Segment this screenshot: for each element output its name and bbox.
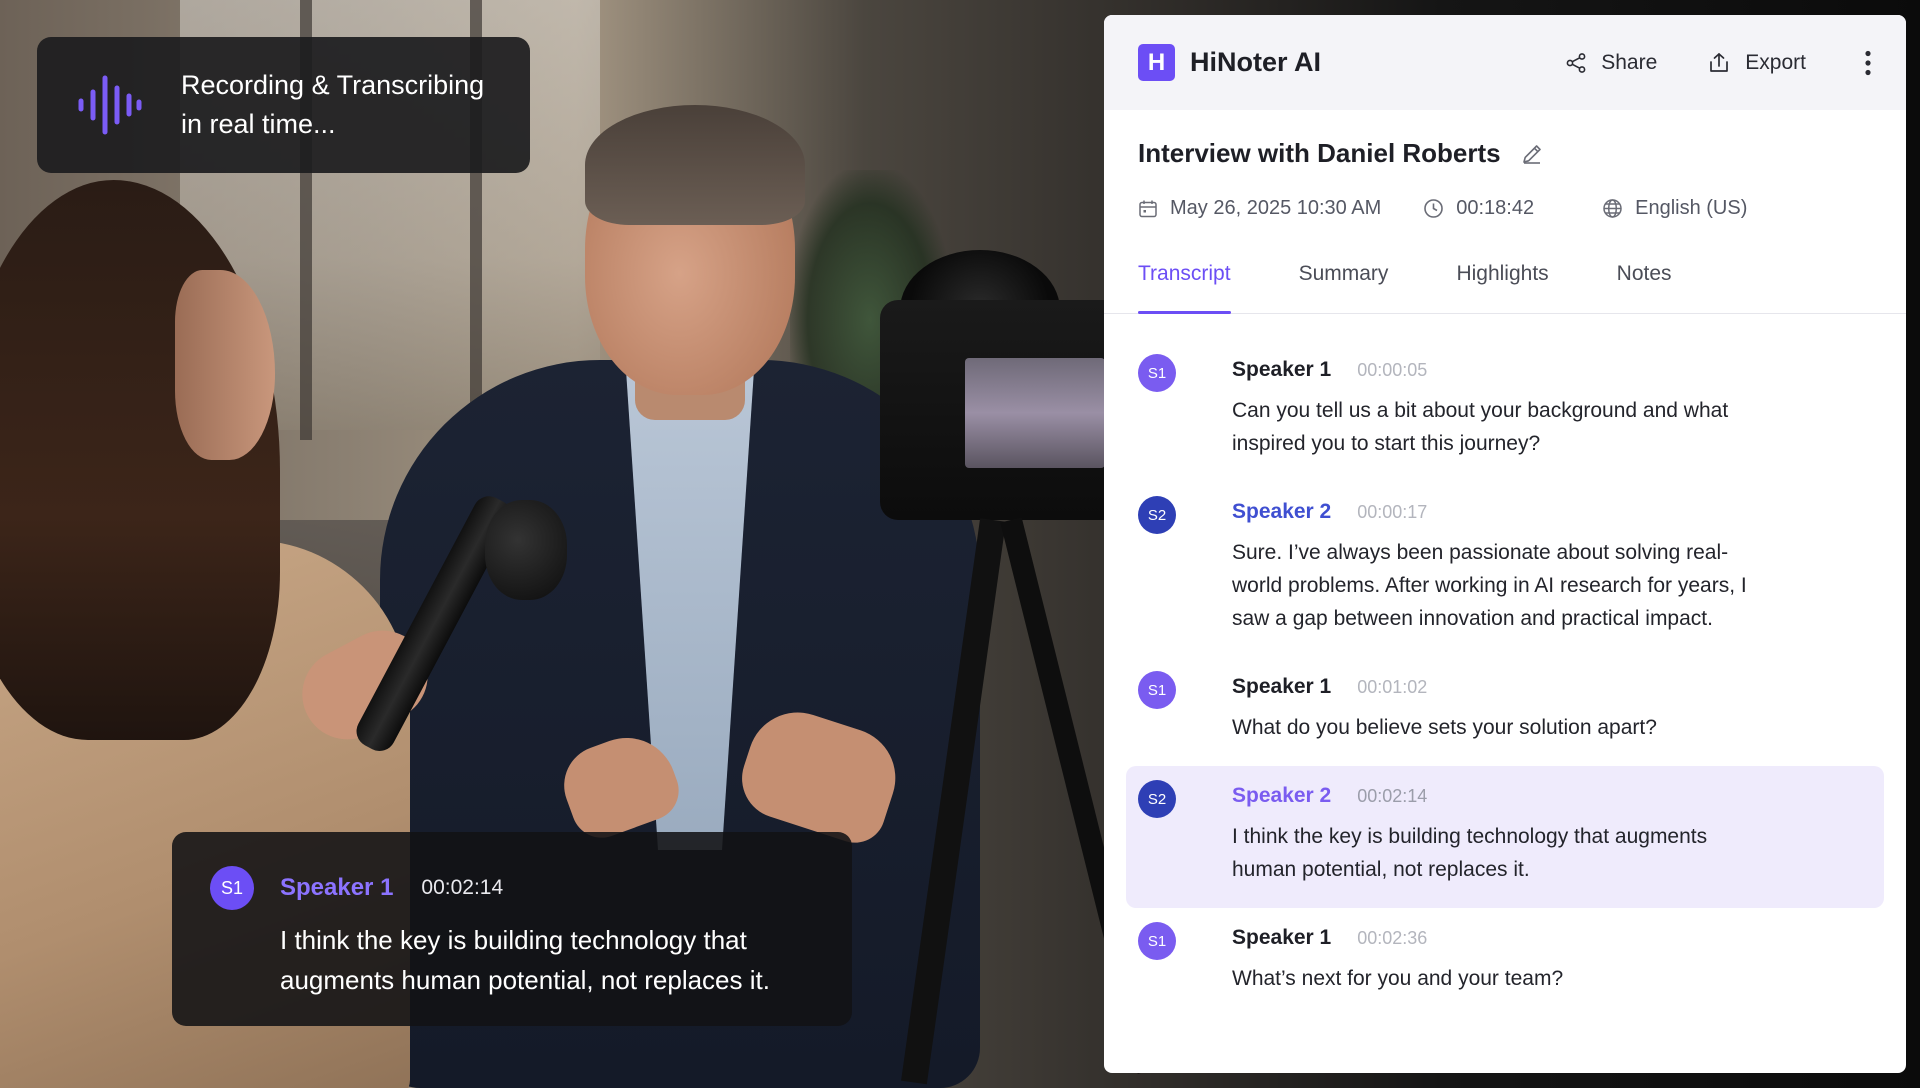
entry-header: Speaker 1 00:00:05	[1232, 358, 1752, 382]
tab-notes[interactable]: Notes	[1617, 252, 1672, 313]
entry-body: Speaker 2 00:02:14 I think the key is bu…	[1232, 780, 1752, 886]
export-icon	[1710, 52, 1729, 72]
speaker-avatar: S1	[1138, 922, 1176, 960]
camera-screen	[965, 358, 1105, 468]
document-meta: Interview with Daniel Roberts May 26, 20…	[1104, 110, 1906, 220]
header-actions: Share Export	[1515, 15, 1872, 110]
recording-status-line2: in real time...	[181, 109, 336, 139]
recording-duration: 00:18:42	[1456, 197, 1535, 219]
share-button[interactable]: Share	[1565, 51, 1657, 75]
title-row: Interview with Daniel Roberts	[1138, 138, 1872, 169]
share-label: Share	[1601, 50, 1658, 74]
export-button[interactable]: Export	[1707, 51, 1806, 75]
entry-header: Speaker 1 00:01:02	[1232, 675, 1752, 699]
interviewee-hair	[585, 105, 805, 225]
info-row: May 26, 2025 10:30 AM 00:18:42 English (…	[1138, 197, 1872, 220]
date-info: May 26, 2025 10:30 AM	[1138, 197, 1381, 220]
entry-text: What’s next for you and your team?	[1232, 967, 1564, 990]
recording-status-text: Recording & Transcribing in real time...	[181, 66, 484, 144]
entry-header: Speaker 1 00:02:36	[1232, 926, 1752, 950]
transcript-entry[interactable]: S1 Speaker 1 00:02:36 What’s next for yo…	[1126, 908, 1884, 1017]
speaker-avatar: S1	[210, 866, 254, 910]
entry-body: Speaker 1 00:01:02 What do you believe s…	[1232, 671, 1752, 744]
transcript-language: English (US)	[1635, 197, 1748, 219]
speaker-avatar: S1	[1138, 671, 1176, 709]
panel-header: H HiNoter AI Share Export	[1104, 15, 1906, 110]
caption-speaker-name: Speaker 1	[280, 874, 394, 901]
entry-text: Can you tell us a bit about your backgro…	[1232, 399, 1729, 455]
transcript-panel: H HiNoter AI Share Export Interview with…	[1104, 15, 1906, 1073]
caption-text: I think the key is building technology t…	[280, 925, 770, 995]
calendar-icon	[1139, 200, 1157, 217]
entry-timestamp: 00:02:14	[1357, 786, 1428, 806]
globe-icon	[1603, 199, 1622, 218]
tab-summary[interactable]: Summary	[1299, 252, 1389, 313]
caption-timestamp: 00:02:14	[421, 876, 504, 899]
more-options-icon[interactable]	[1864, 50, 1872, 76]
recording-date: May 26, 2025 10:30 AM	[1170, 197, 1382, 219]
speaker-name: Speaker 2	[1232, 500, 1332, 523]
speaker-name: Speaker 1	[1232, 675, 1332, 698]
live-caption-header: S1 Speaker 1 00:02:14	[210, 866, 814, 910]
entry-text: Sure. I’ve always been passionate about …	[1232, 541, 1747, 630]
tab-transcript[interactable]: Transcript	[1138, 252, 1231, 314]
entry-timestamp: 00:02:36	[1357, 928, 1428, 948]
share-icon	[1566, 52, 1586, 73]
entry-body: Speaker 2 00:00:17 Sure. I’ve always bee…	[1232, 496, 1752, 635]
entry-body: Speaker 1 00:00:05 Can you tell us a bit…	[1232, 354, 1752, 460]
transcript-entry[interactable]: S2 Speaker 2 00:00:17 Sure. I’ve always …	[1126, 482, 1884, 657]
app-name: HiNoter AI	[1190, 47, 1322, 77]
entry-header: Speaker 2 00:02:14	[1232, 784, 1752, 808]
export-label: Export	[1745, 50, 1806, 74]
panel-tabs: Transcript Summary Highlights Notes	[1104, 252, 1906, 314]
speaker-avatar: S2	[1138, 780, 1176, 818]
language-info: English (US)	[1602, 197, 1747, 220]
microphone-head	[485, 500, 567, 600]
entry-header: Speaker 2 00:00:17	[1232, 500, 1752, 524]
audio-wave-icon	[78, 75, 142, 135]
speaker-avatar: S1	[1138, 354, 1176, 392]
speaker-avatar: S2	[1138, 496, 1176, 534]
speaker-name: Speaker 1	[1232, 358, 1332, 381]
transcript-list: S1 Speaker 1 00:00:05 Can you tell us a …	[1104, 314, 1906, 1017]
entry-body: Speaker 1 00:02:36 What’s next for you a…	[1232, 922, 1752, 995]
entry-timestamp: 00:01:02	[1357, 677, 1428, 697]
edit-title-icon[interactable]	[1521, 143, 1543, 165]
entry-timestamp: 00:00:17	[1357, 502, 1428, 522]
entry-timestamp: 00:00:05	[1357, 360, 1428, 380]
transcript-entry-active[interactable]: S2 Speaker 2 00:02:14 I think the key is…	[1126, 766, 1884, 908]
live-caption-card: S1 Speaker 1 00:02:14 I think the key is…	[172, 832, 852, 1026]
speaker-name: Speaker 1	[1232, 926, 1332, 949]
recording-status-line1: Recording & Transcribing	[181, 70, 485, 100]
document-title: Interview with Daniel Roberts	[1138, 138, 1501, 168]
entry-text: I think the key is building technology t…	[1232, 825, 1708, 881]
entry-text: What do you believe sets your solution a…	[1232, 716, 1657, 739]
speaker-name: Speaker 2	[1232, 784, 1332, 807]
app-logo: H	[1138, 44, 1175, 81]
duration-info: 00:18:42	[1423, 197, 1534, 220]
clock-icon	[1424, 199, 1444, 218]
recording-status-badge: Recording & Transcribing in real time...	[37, 37, 530, 173]
tab-highlights[interactable]: Highlights	[1456, 252, 1548, 313]
transcript-entry[interactable]: S1 Speaker 1 00:01:02 What do you believ…	[1126, 657, 1884, 766]
transcript-entry[interactable]: S1 Speaker 1 00:00:05 Can you tell us a …	[1126, 340, 1884, 482]
